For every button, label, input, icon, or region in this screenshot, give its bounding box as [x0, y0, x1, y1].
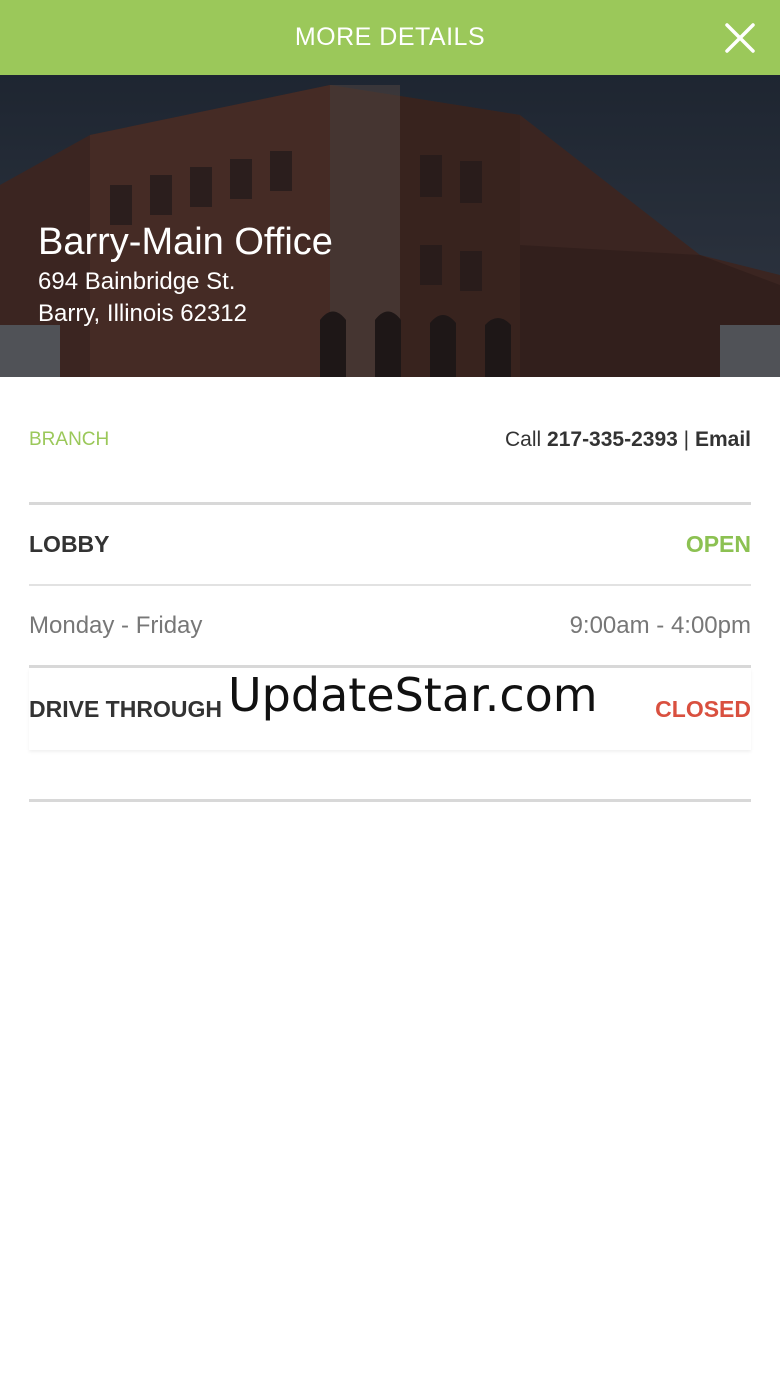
- branch-hero-image: Barry-Main Office 694 Bainbridge St. Bar…: [0, 75, 780, 377]
- divider: [29, 799, 751, 802]
- branch-info: Barry-Main Office 694 Bainbridge St. Bar…: [38, 218, 333, 330]
- address-line-2: Barry, Illinois 62312: [38, 300, 247, 327]
- top-bar: MORE DETAILS: [0, 0, 780, 75]
- close-icon[interactable]: [722, 20, 758, 56]
- lobby-hours-row: Monday - Friday 9:00am - 4:00pm: [29, 586, 751, 668]
- branch-name: Barry-Main Office: [38, 221, 333, 263]
- phone-link[interactable]: 217-335-2393: [547, 428, 678, 451]
- page-title: MORE DETAILS: [294, 23, 486, 51]
- address-line-1: 694 Bainbridge St.: [38, 268, 236, 295]
- drive-through-status: CLOSED: [655, 695, 751, 722]
- lobby-header: LOBBY OPEN: [29, 505, 751, 586]
- drive-through-title: DRIVE THROUGH: [29, 695, 222, 722]
- branch-contact-row: BRANCH Call 217-335-2393 | Email: [29, 377, 751, 505]
- branch-type-label: BRANCH: [29, 428, 110, 450]
- contact-links: Call 217-335-2393 | Email: [505, 428, 751, 452]
- lobby-days: Monday - Friday: [29, 611, 203, 639]
- lobby-title: LOBBY: [29, 531, 110, 557]
- watermark: UpdateStar.com: [228, 668, 598, 722]
- contact-separator: |: [683, 427, 690, 451]
- lobby-status: OPEN: [685, 531, 751, 557]
- email-link[interactable]: Email: [695, 428, 751, 451]
- call-prefix: Call: [505, 427, 542, 451]
- lobby-time: 9:00am - 4:00pm: [569, 611, 751, 639]
- details-content: BRANCH Call 217-335-2393 | Email LOBBY O…: [29, 377, 751, 802]
